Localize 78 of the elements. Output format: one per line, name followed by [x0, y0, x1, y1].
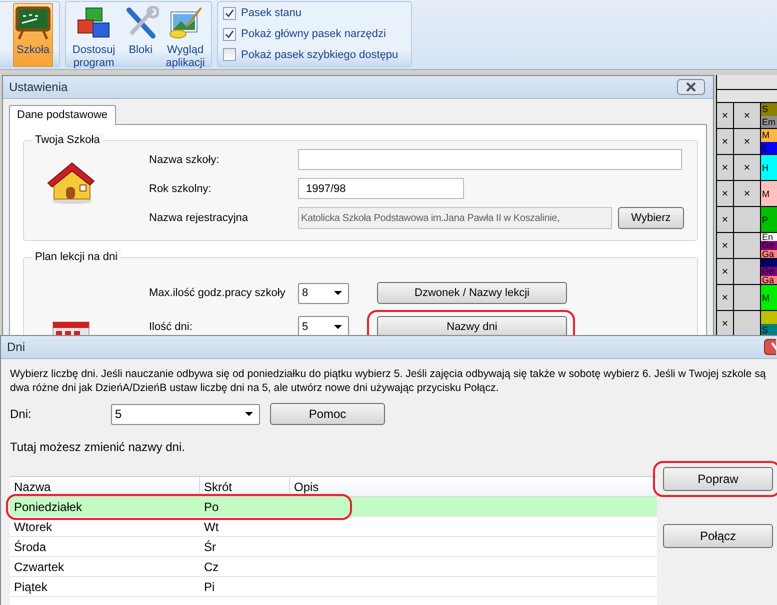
lesson-cell: P [761, 207, 777, 232]
close-button[interactable] [764, 339, 776, 355]
table-cell: × [717, 129, 734, 154]
lesson-cell: E [761, 142, 777, 154]
table-cell-text: Pi [203, 578, 216, 596]
lesson-cell: M [761, 181, 777, 206]
checkbox[interactable] [223, 28, 236, 40]
lesson-cell: Ge [761, 241, 777, 250]
field-label: Max.ilość godz.pracy szkoły [149, 287, 286, 300]
lesson-cell: En [761, 259, 777, 268]
ribbon-button[interactable]: Dostosuj program [69, 3, 119, 67]
field-label: Nazwa szkoły: [149, 154, 220, 166]
cubes-icon [76, 6, 112, 40]
button[interactable]: Nazwy dni [377, 316, 567, 338]
table-cell-text: Poniedziałek [13, 498, 84, 516]
checkbox[interactable] [223, 6, 236, 20]
input-field[interactable]: 1997/98 [298, 178, 464, 199]
dropdown[interactable]: 5 [111, 404, 260, 424]
caret-icon [245, 412, 253, 416]
column-header[interactable]: Nazwa [10, 477, 200, 496]
field-label: Dni: [10, 407, 32, 421]
instructions-text: Wybierz liczbę dni. Jeśli nauczanie odbywa się od poniedziałku do piątku wybierz 5. Jeśli zajęcia odbywają się także w sobotę wybierz 6. Jeśli w Twojej szkole są dwa różne dni jak DzieńA/DzieńB ustaw liczbę dni na 5, ale utwórz nowe dni używając przycisku Połącz. [10, 367, 767, 395]
group-title: Plan lekcji na dni [32, 250, 121, 264]
table-cell: × [717, 285, 734, 310]
window-title: Dni [7, 340, 26, 354]
table-cell-text: Wt [203, 518, 220, 536]
table-row[interactable]: Środa Śr [10, 537, 657, 557]
picture-brush-icon [167, 6, 204, 40]
column-header[interactable]: Skrót [200, 477, 290, 496]
lesson-cell: M [761, 285, 777, 310]
checkbox[interactable] [223, 48, 236, 62]
table-cell-text: Czwartek [13, 558, 66, 576]
column-header[interactable]: Opis [290, 477, 657, 496]
table-cell-text: Po [203, 498, 220, 516]
group-title: Twoja Szkoła [32, 133, 103, 147]
dropdown[interactable]: 8 [298, 282, 349, 304]
checkbox-label: Pokaż pasek szybkiego dostępu [241, 48, 398, 61]
ribbon-button[interactable]: Bloki [120, 3, 161, 67]
field-label: Ilość dni: [149, 320, 194, 333]
table-cell-text: Piątek [13, 578, 48, 596]
checkbox-label: Pokaż główny pasek narzędzi [241, 28, 386, 40]
table-cell: × [717, 181, 734, 206]
lesson-cell: S [761, 103, 777, 116]
table-cell-text: Śr [203, 538, 217, 556]
button[interactable]: Popraw [663, 467, 773, 491]
field-label: Nazwa rejestracyjna [149, 212, 250, 224]
lesson-cell: M [761, 129, 777, 142]
help-button[interactable]: Pomoc [270, 403, 385, 425]
button[interactable]: Połącz [663, 524, 773, 548]
table-cell: × [717, 103, 734, 128]
table-cell: × [717, 207, 734, 232]
table-cell-text: Cz [203, 558, 220, 576]
input-field[interactable] [298, 149, 682, 170]
table-row[interactable]: Piątek Pi [10, 577, 657, 597]
caption-text: Tutaj możesz zmienić nazwy dni. [10, 440, 186, 454]
window-title: Ustawienia [9, 80, 68, 94]
lesson-cell: Ge [761, 267, 777, 276]
table-cell: × [717, 259, 734, 284]
school-button[interactable]: Szkoła [13, 3, 53, 67]
table-cell-text: Środa [13, 538, 48, 556]
table-cell: × [717, 233, 734, 258]
caret-icon [334, 324, 342, 329]
tab[interactable]: Dane podstawowe [9, 105, 116, 125]
button[interactable]: Dzwonek / Nazwy lekcji [377, 282, 567, 304]
lesson-cell: En [761, 233, 777, 242]
dropdown[interactable]: 5 [298, 316, 349, 338]
field-label: Rok szkolny: [149, 182, 212, 194]
caret-icon [334, 291, 342, 296]
chalkboard-icon [15, 6, 51, 40]
table-cell: × [717, 155, 734, 180]
table-row[interactable]: Czwartek Cz [10, 557, 657, 577]
checkbox-label: Pasek stanu [241, 7, 302, 20]
table-cell-text: Wtorek [13, 518, 54, 536]
close-button[interactable] [677, 79, 705, 95]
lesson-cell: Em [761, 116, 777, 128]
lesson-cell: H [761, 155, 777, 180]
ribbon-button[interactable]: Wygląd aplikacji [162, 3, 208, 67]
table-row[interactable]: Wtorek Wt [10, 517, 657, 537]
